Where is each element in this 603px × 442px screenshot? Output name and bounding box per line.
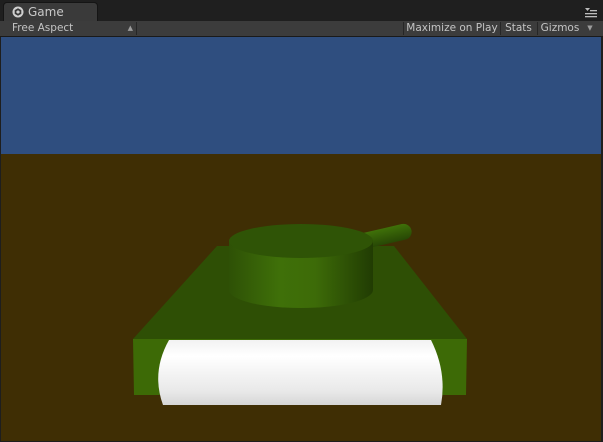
gizmos-toggle[interactable]: Gizmos (538, 21, 582, 36)
tab-bar: Game (0, 0, 603, 21)
tab-game[interactable]: Game (3, 2, 98, 21)
tank-track (158, 340, 443, 405)
gizmos-dropdown-icon[interactable]: ▼ (584, 21, 596, 36)
unity-logo-icon (12, 6, 24, 18)
tank-turret-bottom (229, 272, 373, 308)
maximize-on-play-toggle[interactable]: Maximize on Play (405, 21, 499, 36)
stats-toggle[interactable]: Stats (501, 21, 536, 36)
sky (1, 37, 601, 155)
aspect-dropdown[interactable]: Free Aspect ▲▼ (4, 21, 135, 47)
tank-turret-top (229, 224, 373, 258)
aspect-value: Free Aspect (12, 22, 74, 34)
panel-menu-icon[interactable] (585, 8, 597, 18)
toolbar-divider (403, 22, 404, 35)
toolbar-divider (136, 22, 137, 35)
tab-title: Game (28, 5, 64, 19)
game-viewport[interactable] (1, 37, 601, 441)
game-toolbar: Free Aspect ▲▼ Maximize on Play Stats Gi… (0, 21, 603, 47)
